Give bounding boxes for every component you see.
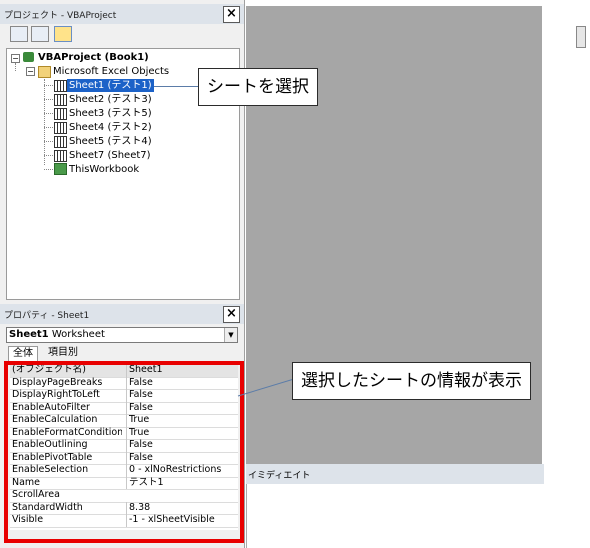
view-code-button[interactable] [10, 26, 28, 42]
sheet-icon [54, 150, 67, 162]
close-icon[interactable]: × [223, 306, 240, 323]
tree-item-sheet2[interactable]: Sheet2 (テスト3) [69, 93, 152, 106]
sheet-icon [54, 108, 67, 120]
tree-item-sheet3[interactable]: Sheet3 (テスト5) [69, 107, 152, 120]
object-type: Worksheet [51, 329, 105, 340]
sheet-icon [54, 122, 67, 134]
project-titlebar: プロジェクト - VBAProject × [0, 4, 244, 24]
tree-item-sheet1[interactable]: Sheet1 (テスト1) [67, 79, 154, 92]
tab-alphabetic[interactable]: 全体 [8, 346, 38, 361]
tree-item-thisworkbook[interactable]: ThisWorkbook [69, 163, 139, 176]
tab-categorized[interactable]: 項目別 [44, 346, 82, 360]
vbaproject-icon [23, 52, 34, 62]
tree-item-sheet7[interactable]: Sheet7 (Sheet7) [69, 149, 151, 162]
tree-item-sheet4[interactable]: Sheet4 (テスト2) [69, 121, 152, 134]
callout-select-sheet: シートを選択 [198, 68, 318, 106]
callout-leader [237, 378, 295, 397]
highlight-frame [4, 361, 244, 543]
collapse-icon[interactable]: − [11, 54, 20, 63]
view-object-button[interactable] [31, 26, 49, 42]
toggle-folders-button[interactable] [54, 26, 72, 42]
toolbar-overflow[interactable] [576, 26, 586, 48]
properties-title: プロパティ - Sheet1 [4, 311, 90, 321]
project-title: プロジェクト - VBAProject [4, 11, 117, 21]
object-select[interactable]: Sheet1 Worksheet ▼ [6, 327, 238, 343]
immediate-title: イミディエイト [248, 471, 311, 481]
tree-item-sheet5[interactable]: Sheet5 (テスト4) [69, 135, 152, 148]
tree-root[interactable]: VBAProject (Book1) [38, 51, 149, 64]
sheet-icon [54, 94, 67, 106]
callout-leader [154, 86, 198, 87]
object-name: Sheet1 [9, 329, 49, 340]
workbook-icon [54, 163, 67, 175]
sheet-icon [54, 80, 67, 92]
properties-titlebar: プロパティ - Sheet1 × [0, 304, 244, 324]
close-icon[interactable]: × [223, 6, 240, 23]
folder-icon [38, 66, 51, 78]
callout-sheet-info: 選択したシートの情報が表示 [292, 362, 531, 400]
sheet-icon [54, 136, 67, 148]
collapse-icon[interactable]: − [26, 67, 35, 76]
immediate-titlebar: イミディエイト [246, 464, 544, 484]
immediate-window[interactable] [246, 484, 545, 548]
tree-folder[interactable]: Microsoft Excel Objects [53, 65, 169, 78]
chevron-down-icon[interactable]: ▼ [224, 328, 237, 342]
